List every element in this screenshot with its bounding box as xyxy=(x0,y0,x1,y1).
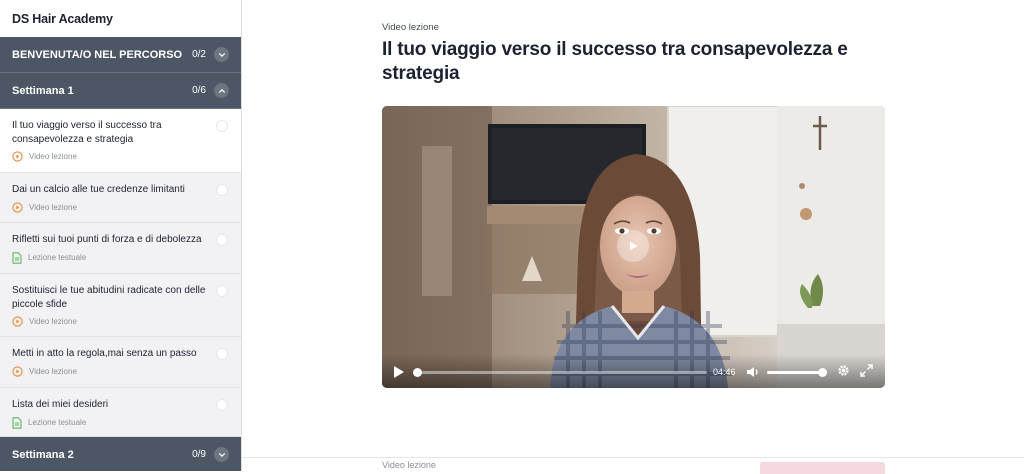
lesson-type: Video lezione xyxy=(12,316,213,327)
lesson-item[interactable]: Il tuo viaggio verso il successo tra con… xyxy=(0,109,241,173)
completion-radio[interactable] xyxy=(216,184,228,196)
lesson-type-label: Lezione testuale xyxy=(28,418,87,427)
video-player[interactable]: 04:46 xyxy=(382,106,885,388)
play-circle-icon xyxy=(12,151,23,162)
course-sidebar: DS Hair Academy BENVENUTA/O NEL PERCORSO… xyxy=(0,0,242,471)
lesson-content: Video lezione Il tuo viaggio verso il su… xyxy=(242,0,1024,474)
lesson-footer: Video lezione xyxy=(242,457,1024,474)
video-duration: 04:46 xyxy=(713,367,736,377)
volume-slider[interactable] xyxy=(767,368,827,377)
seek-bar[interactable] xyxy=(413,368,707,377)
volume-icon[interactable] xyxy=(746,365,760,383)
chevron-up-icon[interactable] xyxy=(214,83,229,98)
section-progress: 0/6 xyxy=(192,85,206,96)
fullscreen-icon[interactable] xyxy=(860,364,873,382)
section-progress: 0/2 xyxy=(192,49,206,60)
lesson-title: Sostituisci le tue abitudini radicate co… xyxy=(12,285,206,310)
volume-handle[interactable] xyxy=(818,368,827,377)
settings-icon[interactable] xyxy=(837,364,850,382)
section-title: Settimana 2 xyxy=(12,448,74,461)
play-overlay-icon[interactable] xyxy=(617,230,649,262)
lesson-item[interactable]: Sostituisci le tue abitudini radicate co… xyxy=(0,274,241,337)
section-progress: 0/9 xyxy=(192,449,206,460)
lesson-title: Dai un calcio alle tue credenze limitant… xyxy=(12,184,185,195)
play-circle-icon xyxy=(12,365,23,377)
lesson-kicker: Video lezione xyxy=(382,22,439,33)
lesson-type-label: Video lezione xyxy=(29,317,77,326)
chevron-down-icon[interactable] xyxy=(214,447,229,462)
play-circle-icon xyxy=(12,201,23,213)
lesson-type: Video lezione xyxy=(12,365,213,377)
lesson-item[interactable]: Lista dei miei desideri Lezione testuale xyxy=(0,388,241,437)
brand-title[interactable]: DS Hair Academy xyxy=(0,0,241,37)
completion-radio[interactable] xyxy=(216,234,228,246)
lesson-item[interactable]: Rifletti sui tuoi punti di forza e di de… xyxy=(0,223,241,274)
lesson-type: Video lezione xyxy=(12,201,213,213)
lesson-type-label: Lezione testuale xyxy=(28,253,87,262)
video-controls: 04:46 xyxy=(382,354,885,388)
lesson-title: Il tuo viaggio verso il successo tra con… xyxy=(12,120,162,145)
lesson-item[interactable]: Metti in atto la regola,mai senza un pas… xyxy=(0,337,241,388)
lesson-title-heading: Il tuo viaggio verso il successo tra con… xyxy=(382,39,848,84)
lesson-item[interactable]: Dai un calcio alle tue credenze limitant… xyxy=(0,173,241,223)
section-header-intro[interactable]: BENVENUTA/O NEL PERCORSO 0/2 xyxy=(0,37,241,73)
document-icon xyxy=(12,251,22,264)
lesson-title: Metti in atto la regola,mai senza un pas… xyxy=(12,348,197,359)
lesson-title: Lista dei miei desideri xyxy=(12,399,109,410)
lesson-type-label: Video lezione xyxy=(29,202,77,212)
lesson-type: Lezione testuale xyxy=(12,416,213,429)
completion-radio[interactable] xyxy=(216,348,228,360)
play-circle-icon xyxy=(12,316,23,327)
completion-radio[interactable] xyxy=(216,285,228,297)
completion-radio[interactable] xyxy=(216,399,228,411)
seek-handle[interactable] xyxy=(413,368,422,377)
lesson-type: Video lezione xyxy=(12,151,213,162)
lesson-type-label: Video lezione xyxy=(29,366,77,376)
section-title: BENVENUTA/O NEL PERCORSO xyxy=(12,48,183,61)
chevron-down-icon[interactable] xyxy=(214,47,229,62)
lesson-title: Rifletti sui tuoi punti di forza e di de… xyxy=(12,234,202,245)
completion-radio[interactable] xyxy=(216,120,228,132)
document-icon xyxy=(12,416,22,429)
play-icon[interactable] xyxy=(393,365,405,384)
next-lesson-kicker: Video lezione xyxy=(382,460,436,470)
section-header-week-2[interactable]: Settimana 2 0/9 xyxy=(0,437,241,471)
lesson-type: Lezione testuale xyxy=(12,251,213,264)
section-title: Settimana 1 xyxy=(12,84,74,97)
section-header-week-1[interactable]: Settimana 1 0/6 xyxy=(0,73,241,109)
complete-lesson-button[interactable] xyxy=(760,462,885,474)
lesson-type-label: Video lezione xyxy=(29,152,77,161)
